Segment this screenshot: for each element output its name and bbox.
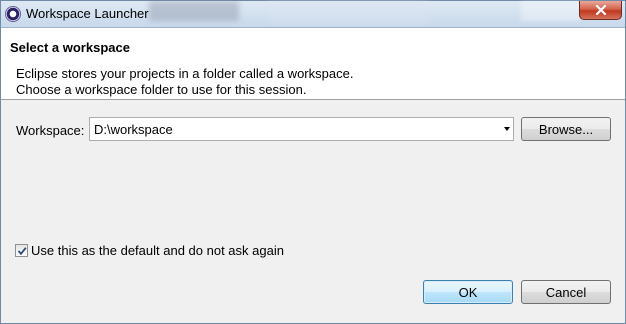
description-line: Eclipse stores your projects in a folder… (16, 66, 354, 81)
workspace-launcher-window: Workspace Launcher Select a workspace Ec… (0, 0, 626, 324)
default-checkbox-label[interactable]: Use this as the default and do not ask a… (31, 243, 284, 258)
browse-button[interactable]: Browse... (521, 117, 611, 141)
dialog-header: Select a workspace Eclipse stores your p… (1, 28, 625, 100)
eclipse-icon (5, 6, 21, 22)
header-description: Eclipse stores your projects in a folder… (16, 66, 353, 98)
workspace-path-input[interactable]: D:\workspace (94, 122, 173, 137)
default-checkbox[interactable] (15, 244, 28, 257)
cancel-button[interactable]: Cancel (521, 280, 611, 304)
checkmark-icon (17, 247, 27, 256)
title-bar[interactable]: Workspace Launcher (1, 1, 625, 27)
close-button[interactable] (579, 1, 622, 20)
header-title: Select a workspace (10, 40, 130, 55)
ok-button[interactable]: OK (423, 280, 513, 304)
description-line: Choose a workspace folder to use for thi… (16, 82, 307, 97)
dialog-body: Select a workspace Eclipse stores your p… (1, 27, 625, 323)
window-title: Workspace Launcher (26, 6, 149, 21)
workspace-combo[interactable]: D:\workspace (89, 117, 514, 141)
workspace-label: Workspace: (16, 123, 85, 138)
dropdown-arrow-icon[interactable] (504, 127, 510, 131)
close-icon (595, 5, 606, 15)
